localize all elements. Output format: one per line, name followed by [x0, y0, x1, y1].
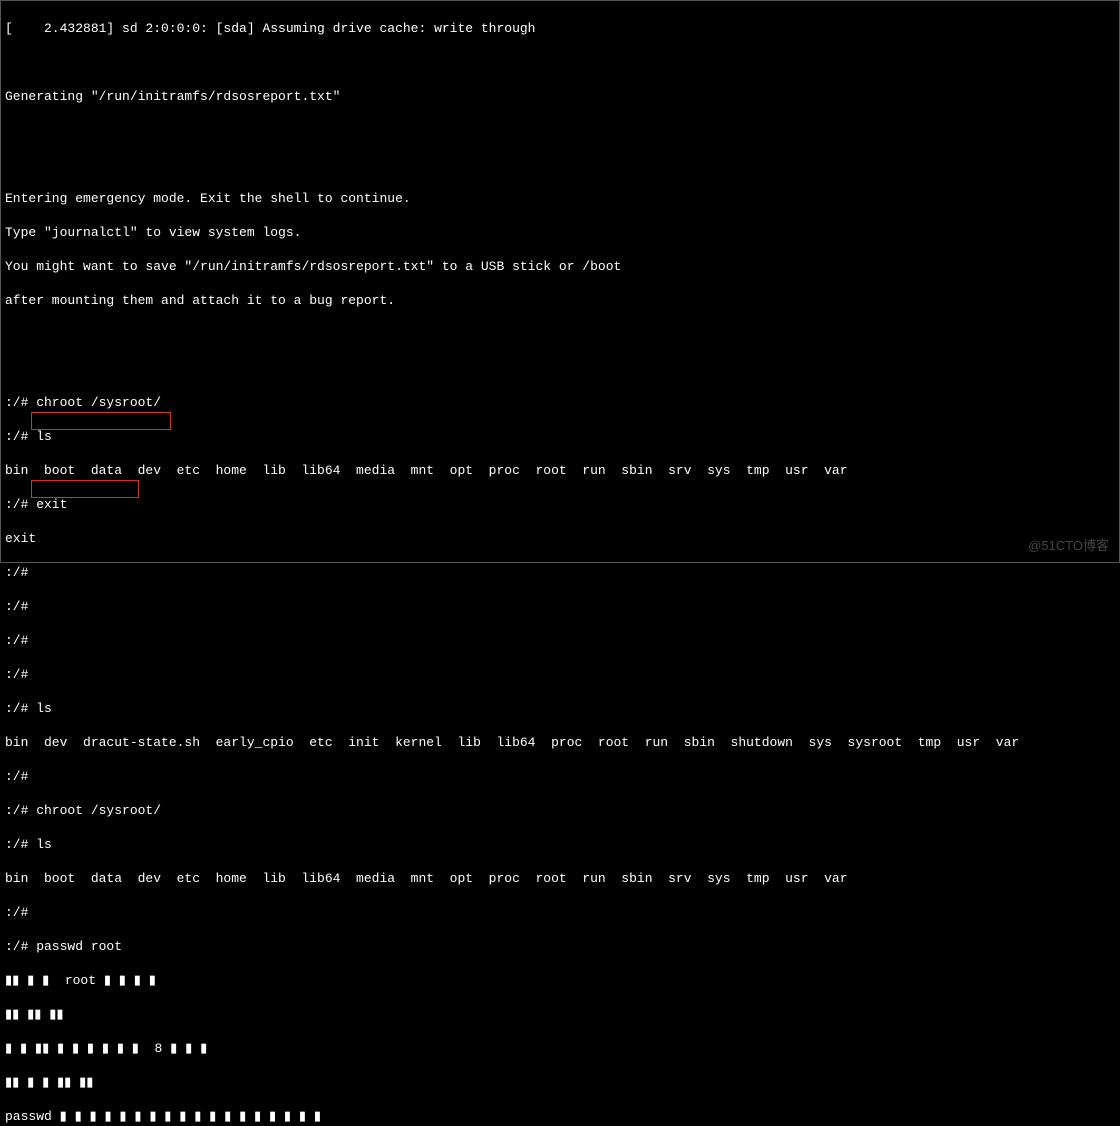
terminal-output[interactable]: [ 2.432881] sd 2:0:0:0: [sda] Assuming d… — [1, 1, 1119, 1126]
blank-line — [5, 156, 1115, 173]
watermark-text: @51CTO博客 — [1028, 537, 1109, 554]
prompt-line: :/# — [5, 632, 1115, 649]
prompt-line: :/# — [5, 564, 1115, 581]
kernel-log-line: [ 2.432881] sd 2:0:0:0: [sda] Assuming d… — [5, 20, 1115, 37]
blank-line — [5, 122, 1115, 139]
passwd-output-line: ▮▮ ▮ ▮ root ▮ ▮ ▮ ▮ — [5, 972, 1115, 989]
passwd-output-line: ▮▮ ▮▮ ▮▮ — [5, 1006, 1115, 1023]
prompt-line: :/# — [5, 904, 1115, 921]
ls-command-line: :/# ls — [5, 428, 1115, 445]
blank-line — [5, 326, 1115, 343]
generating-report-line: Generating "/run/initramfs/rdsosreport.t… — [5, 88, 1115, 105]
journalctl-hint-line: Type "journalctl" to view system logs. — [5, 224, 1115, 241]
chroot-command-highlighted-line: :/# chroot /sysroot/ — [5, 802, 1115, 819]
blank-line — [5, 54, 1115, 71]
chroot-command-line: :/# chroot /sysroot/ — [5, 394, 1115, 411]
passwd-output-line: ▮▮ ▮ ▮ ▮▮ ▮▮ — [5, 1074, 1115, 1091]
exit-output-line: exit — [5, 530, 1115, 547]
prompt-line: :/# — [5, 768, 1115, 785]
emergency-mode-line: Entering emergency mode. Exit the shell … — [5, 190, 1115, 207]
ls-output-line: bin dev dracut-state.sh early_cpio etc i… — [5, 734, 1115, 751]
exit-command-line: :/# exit — [5, 496, 1115, 513]
ls-command-line: :/# ls — [5, 836, 1115, 853]
prompt-line: :/# — [5, 666, 1115, 683]
blank-line — [5, 360, 1115, 377]
passwd-command-highlighted-line: :/# passwd root — [5, 938, 1115, 955]
ls-output-line: bin boot data dev etc home lib lib64 med… — [5, 870, 1115, 887]
ls-command-line: :/# ls — [5, 700, 1115, 717]
save-report-hint-line: You might want to save "/run/initramfs/r… — [5, 258, 1115, 275]
ls-output-line: bin boot data dev etc home lib lib64 med… — [5, 462, 1115, 479]
prompt-line: :/# — [5, 598, 1115, 615]
bug-report-hint-line: after mounting them and attach it to a b… — [5, 292, 1115, 309]
passwd-success-line: passwd ▮ ▮ ▮ ▮ ▮ ▮ ▮ ▮ ▮ ▮ ▮ ▮ ▮ ▮ ▮ ▮ ▮… — [5, 1108, 1115, 1125]
passwd-output-line: ▮ ▮ ▮▮ ▮ ▮ ▮ ▮ ▮ ▮ 8 ▮ ▮ ▮ — [5, 1040, 1115, 1057]
